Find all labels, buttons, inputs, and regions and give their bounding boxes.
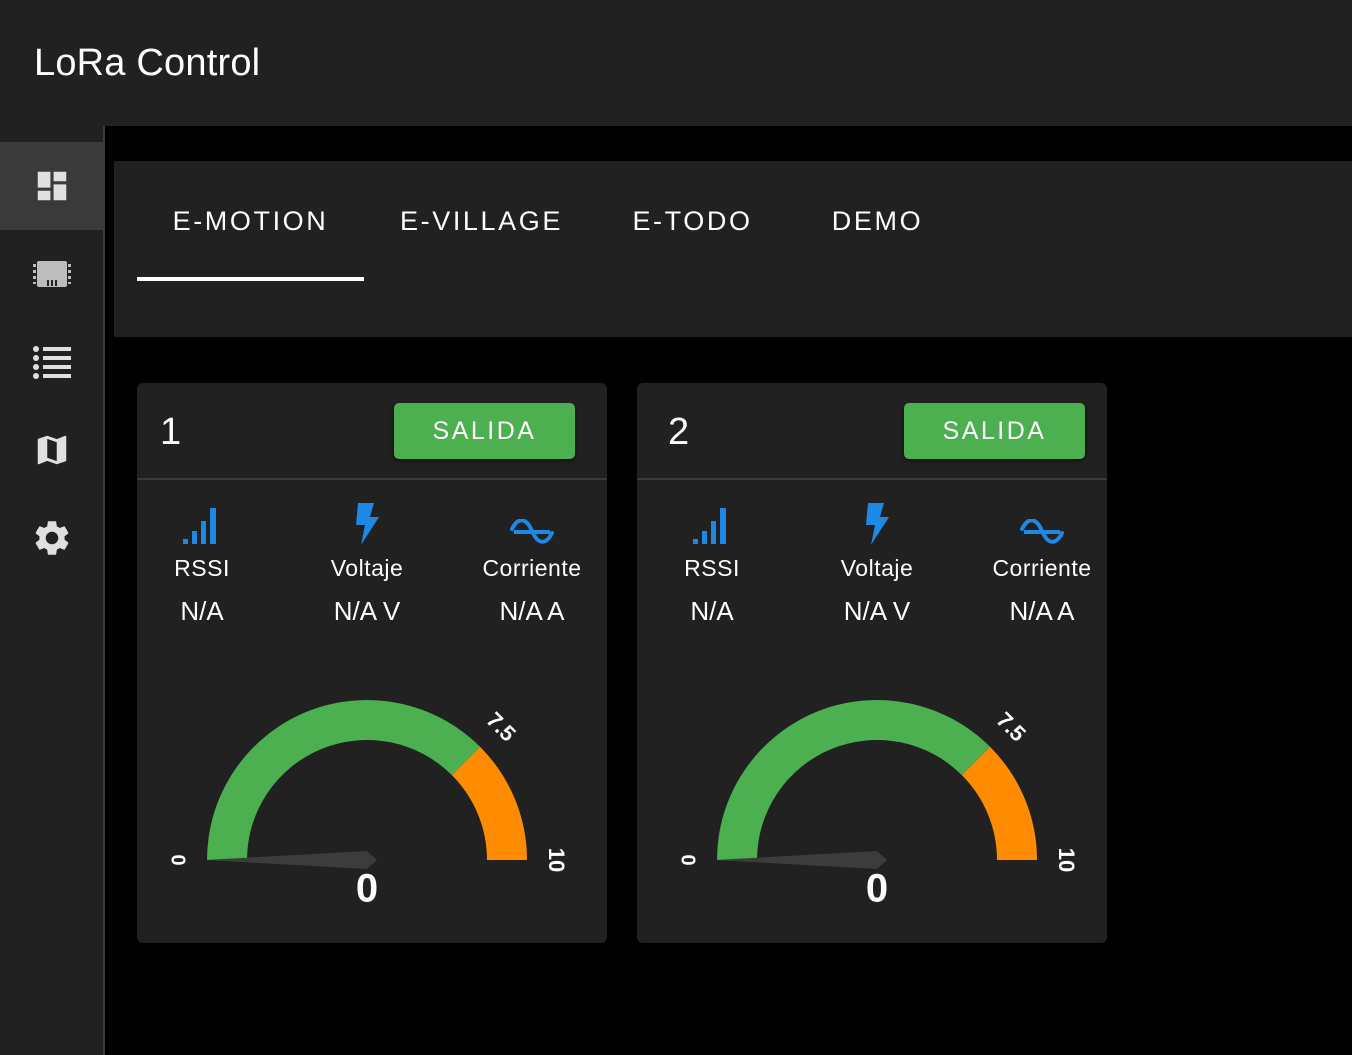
list-icon — [32, 346, 71, 379]
tabs-bar: E-MOTION E-VILLAGE E-TODO DEMO — [114, 161, 1352, 337]
salida-button[interactable]: SALIDA — [904, 403, 1085, 459]
gauge-value-label: 0 — [866, 867, 888, 911]
sidebar-item-map[interactable] — [0, 406, 103, 494]
metric-label: Voltaje — [330, 555, 404, 581]
gauge-value-label: 0 — [356, 867, 378, 911]
sidebar — [0, 126, 105, 1055]
signal-bars-icon — [127, 501, 277, 545]
sidebar-item-devices[interactable] — [0, 230, 103, 318]
card-header: 1 SALIDA — [137, 383, 607, 480]
sidebar-item-list[interactable] — [0, 318, 103, 406]
metric-rssi: RSSI N/A — [127, 501, 277, 627]
metric-label: Corriente — [992, 555, 1092, 581]
gear-icon — [35, 521, 68, 555]
lightning-bolt-icon — [802, 501, 952, 545]
dashboard-icon — [37, 171, 66, 201]
salida-button[interactable]: SALIDA — [394, 403, 575, 459]
gauge: 0 10 7.5 0 — [677, 700, 1079, 911]
map-icon — [37, 435, 66, 465]
card-title: 2 — [668, 411, 690, 453]
card-header: 2 SALIDA — [637, 383, 1107, 480]
metric-value: N/A — [690, 596, 734, 626]
app-bar: LoRa Control — [0, 0, 1352, 126]
chip-icon — [32, 261, 71, 287]
metric-rssi: RSSI N/A — [637, 501, 787, 627]
sidebar-item-dashboard[interactable] — [0, 142, 103, 230]
signal-bars-icon — [637, 501, 787, 545]
tab-e-motion[interactable]: E-MOTION — [137, 161, 364, 281]
gauge: 0 10 7.5 0 — [167, 700, 569, 911]
active-tab-indicator — [137, 277, 364, 281]
metric-value: N/A — [180, 596, 224, 626]
metric-label: Corriente — [482, 555, 582, 581]
metric-label: RSSI — [174, 555, 230, 581]
device-card: 1 SALIDA RSSI N/A Voltaje N/A V Corrient… — [137, 383, 607, 943]
device-card: 2 SALIDA RSSI N/A Voltaje N/A V Corrient… — [637, 383, 1107, 943]
gauge-threshold-label: 7.5 — [992, 707, 1031, 746]
metric-value: N/A V — [843, 596, 911, 626]
lightning-bolt-icon — [292, 501, 442, 545]
metric-value: N/A A — [499, 596, 565, 626]
gauge-min-label: 0 — [677, 854, 699, 865]
gauge-max-label: 10 — [1054, 848, 1079, 872]
sidebar-item-settings[interactable] — [0, 494, 103, 582]
metric-value: N/A V — [333, 596, 401, 626]
metric-corriente: Corriente N/A A — [457, 501, 607, 627]
gauge-arc-normal — [717, 700, 991, 860]
sine-wave-icon — [457, 501, 607, 545]
gauge-min-label: 0 — [167, 854, 189, 865]
gauge-max-label: 10 — [544, 848, 569, 872]
tab-e-village[interactable]: E-VILLAGE — [369, 161, 594, 281]
sine-wave-icon — [967, 501, 1117, 545]
metric-value: N/A A — [1009, 596, 1075, 626]
gauge-arc-normal — [207, 700, 481, 860]
gauge-threshold-label: 7.5 — [482, 707, 521, 746]
metric-corriente: Corriente N/A A — [967, 501, 1117, 627]
tab-demo[interactable]: DEMO — [794, 161, 961, 281]
metric-voltaje: Voltaje N/A V — [292, 501, 442, 627]
metric-voltaje: Voltaje N/A V — [802, 501, 952, 627]
tab-e-todo[interactable]: E-TODO — [604, 161, 781, 281]
metric-label: RSSI — [684, 555, 740, 581]
card-title: 1 — [160, 411, 182, 453]
app-title: LoRa Control — [34, 41, 261, 84]
metric-label: Voltaje — [840, 555, 914, 581]
